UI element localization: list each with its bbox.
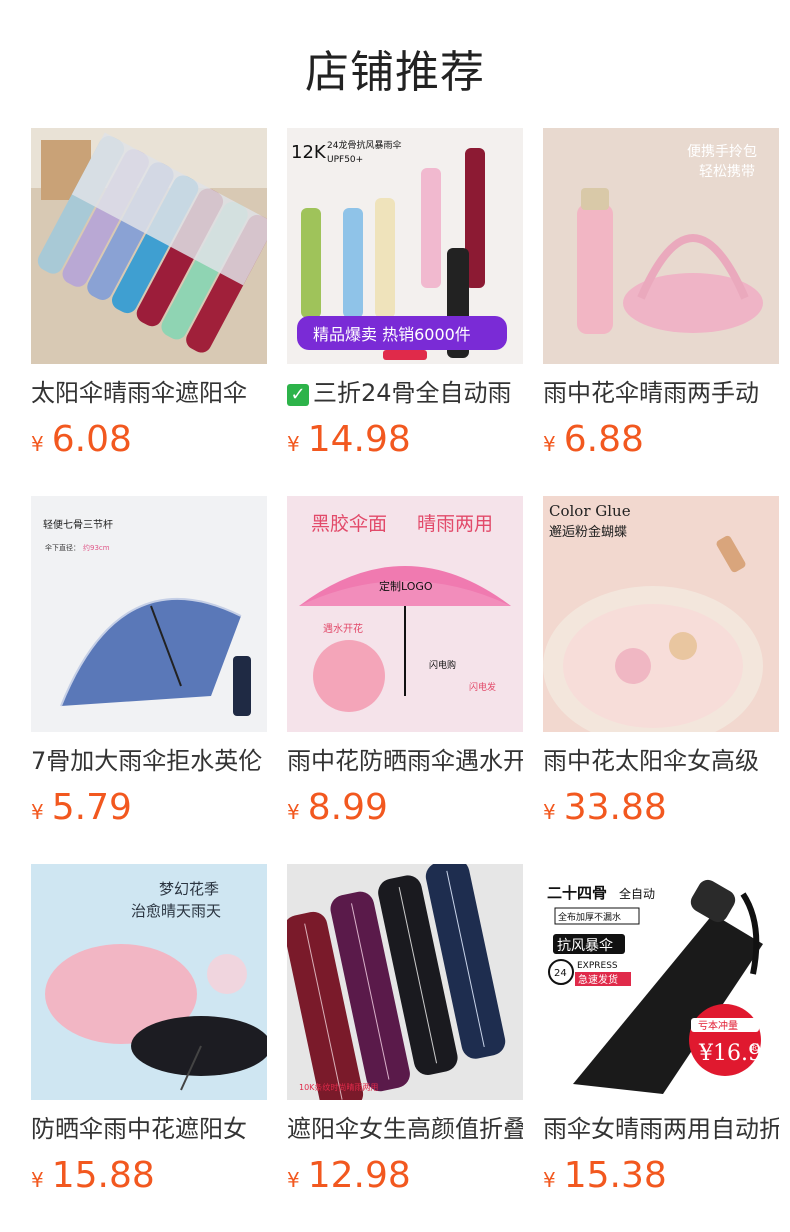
product-image[interactable]: 梦幻花季 治愈晴天雨天: [31, 864, 267, 1100]
product-price: ¥33.88: [543, 788, 779, 834]
overlay-text: 闪电购: [429, 659, 456, 671]
product-card[interactable]: 10K条纹时尚晴雨两用 遮阳伞女生高颜值折叠 ¥12.98: [287, 864, 523, 1202]
overlay-text: 急速发货: [578, 973, 618, 986]
overlay-text: 全布加厚不漏水: [558, 911, 621, 923]
currency-symbol: ¥: [287, 432, 300, 456]
overlay-text: Color Glue: [549, 502, 631, 520]
product-price: ¥5.79: [31, 788, 267, 834]
product-image[interactable]: 便携手拎包 轻松携带: [543, 128, 779, 364]
overlay-text: 抗风暴伞: [557, 937, 613, 954]
product-image[interactable]: 12K 24龙骨抗风暴雨伞 UPF50+ 精品爆卖 热销6000件: [287, 128, 523, 364]
overlay-text: 24: [554, 968, 567, 979]
overlay-text: EXPRESS: [577, 961, 618, 971]
product-name[interactable]: 7骨加大雨伞拒水英伦: [31, 746, 267, 776]
currency-symbol: ¥: [287, 1168, 300, 1192]
currency-symbol: ¥: [287, 800, 300, 824]
product-name[interactable]: 太阳伞晴雨伞遮阳伞: [31, 378, 267, 408]
product-image[interactable]: 轻便七骨三节杆 伞下直径： 约93cm: [31, 496, 267, 732]
overlay-text: 10K条纹时尚晴雨两用: [299, 1082, 378, 1092]
product-price: ¥6.08: [31, 420, 267, 466]
product-price: ¥8.99: [287, 788, 523, 834]
product-price: ¥12.98: [287, 1156, 523, 1202]
product-price: ¥14.98: [287, 420, 523, 466]
product-price: ¥6.88: [543, 420, 779, 466]
overlay-text: 轻便七骨三节杆: [43, 518, 113, 531]
product-card[interactable]: 便携手拎包 轻松携带 雨中花伞晴雨两手动 ¥6.88: [543, 128, 779, 466]
overlay-text: 闪电发: [469, 681, 496, 693]
overlay-text: 约93cm: [83, 543, 110, 552]
overlay-text: 黑胶伞面: [311, 513, 387, 535]
product-card[interactable]: 12K 24龙骨抗风暴雨伞 UPF50+ 精品爆卖 热销6000件 ✓ 三折24骨…: [287, 128, 523, 466]
overlay-text: 精品爆卖 热销6000件: [313, 325, 471, 344]
product-card[interactable]: 轻便七骨三节杆 伞下直径： 约93cm 7骨加大雨伞拒水英伦 ¥5.79: [31, 496, 267, 834]
overlay-text: 梦幻花季: [159, 880, 219, 898]
price-value: 12.98: [307, 1155, 411, 1196]
overlay-text: 12K: [291, 142, 327, 163]
overlay-text: 遇水开花: [323, 622, 363, 635]
product-name[interactable]: 雨中花太阳伞女高级: [543, 746, 779, 776]
price-value: 15.38: [563, 1155, 667, 1196]
overlay-text: 全自动: [619, 886, 655, 901]
overlay-text: 亏本冲量: [698, 1019, 738, 1032]
overlay-text: 24龙骨抗风暴雨伞: [327, 139, 401, 151]
check-icon: ✓: [287, 384, 309, 406]
currency-symbol: ¥: [31, 800, 44, 824]
price-value: 15.88: [51, 1155, 155, 1196]
product-card[interactable]: 梦幻花季 治愈晴天雨天 防晒伞雨中花遮阳女 ¥15.88: [31, 864, 267, 1202]
overlay-text: 邂逅粉金蝴蝶: [549, 524, 627, 540]
product-name[interactable]: ✓ 三折24骨全自动雨: [287, 378, 523, 408]
currency-symbol: ¥: [31, 1168, 44, 1192]
overlay-text: UPF50+: [327, 155, 363, 165]
product-image[interactable]: 黑胶伞面 晴雨两用 定制LOGO 遇水开花 闪电购 闪电发: [287, 496, 523, 732]
product-card[interactable]: 黑胶伞面 晴雨两用 定制LOGO 遇水开花 闪电购 闪电发 雨中花防晒雨伞遇水开…: [287, 496, 523, 834]
overlay-text: 便携手拎包: [687, 144, 757, 160]
price-value: 5.79: [51, 787, 132, 828]
product-name[interactable]: 雨中花伞晴雨两手动: [543, 378, 779, 408]
product-image[interactable]: 10K条纹时尚晴雨两用: [287, 864, 523, 1100]
section-title: 店铺推荐: [305, 47, 485, 98]
product-image[interactable]: Color Glue 邂逅粉金蝴蝶: [543, 496, 779, 732]
price-value: 6.88: [563, 419, 644, 460]
overlay-text: 伞下直径：: [45, 543, 80, 552]
overlay-text: 晴雨两用: [417, 513, 493, 535]
overlay-text: 起: [751, 1043, 759, 1052]
product-image[interactable]: [31, 128, 267, 364]
currency-symbol: ¥: [31, 432, 44, 456]
product-image[interactable]: 二十四骨 全自动 全布加厚不漏水 抗风暴伞 24 EXPRESS 急速发货 亏本…: [543, 864, 779, 1100]
price-value: 14.98: [307, 419, 411, 460]
product-price: ¥15.38: [543, 1156, 779, 1202]
overlay-text: 轻松携带: [699, 164, 755, 180]
product-card[interactable]: Color Glue 邂逅粉金蝴蝶 雨中花太阳伞女高级 ¥33.88: [543, 496, 779, 834]
product-name[interactable]: 遮阳伞女生高颜值折叠: [287, 1114, 523, 1144]
product-price: ¥15.88: [31, 1156, 267, 1202]
overlay-text: 定制LOGO: [379, 579, 433, 593]
product-name[interactable]: 雨中花防晒雨伞遇水开: [287, 746, 523, 776]
currency-symbol: ¥: [543, 800, 556, 824]
price-value: 8.99: [307, 787, 388, 828]
price-value: 6.08: [51, 419, 132, 460]
product-name[interactable]: 防晒伞雨中花遮阳女: [31, 1114, 267, 1144]
currency-symbol: ¥: [543, 1168, 556, 1192]
price-value: 33.88: [563, 787, 667, 828]
product-name-text: 三折24骨全自动雨: [313, 379, 512, 407]
product-card[interactable]: 太阳伞晴雨伞遮阳伞 ¥6.08: [31, 128, 267, 466]
overlay-text: 二十四骨: [547, 884, 607, 902]
product-name[interactable]: 雨伞女晴雨两用自动折: [543, 1114, 779, 1144]
overlay-text: 治愈晴天雨天: [131, 902, 221, 920]
currency-symbol: ¥: [543, 432, 556, 456]
product-card[interactable]: 二十四骨 全自动 全布加厚不漏水 抗风暴伞 24 EXPRESS 急速发货 亏本…: [543, 864, 779, 1202]
